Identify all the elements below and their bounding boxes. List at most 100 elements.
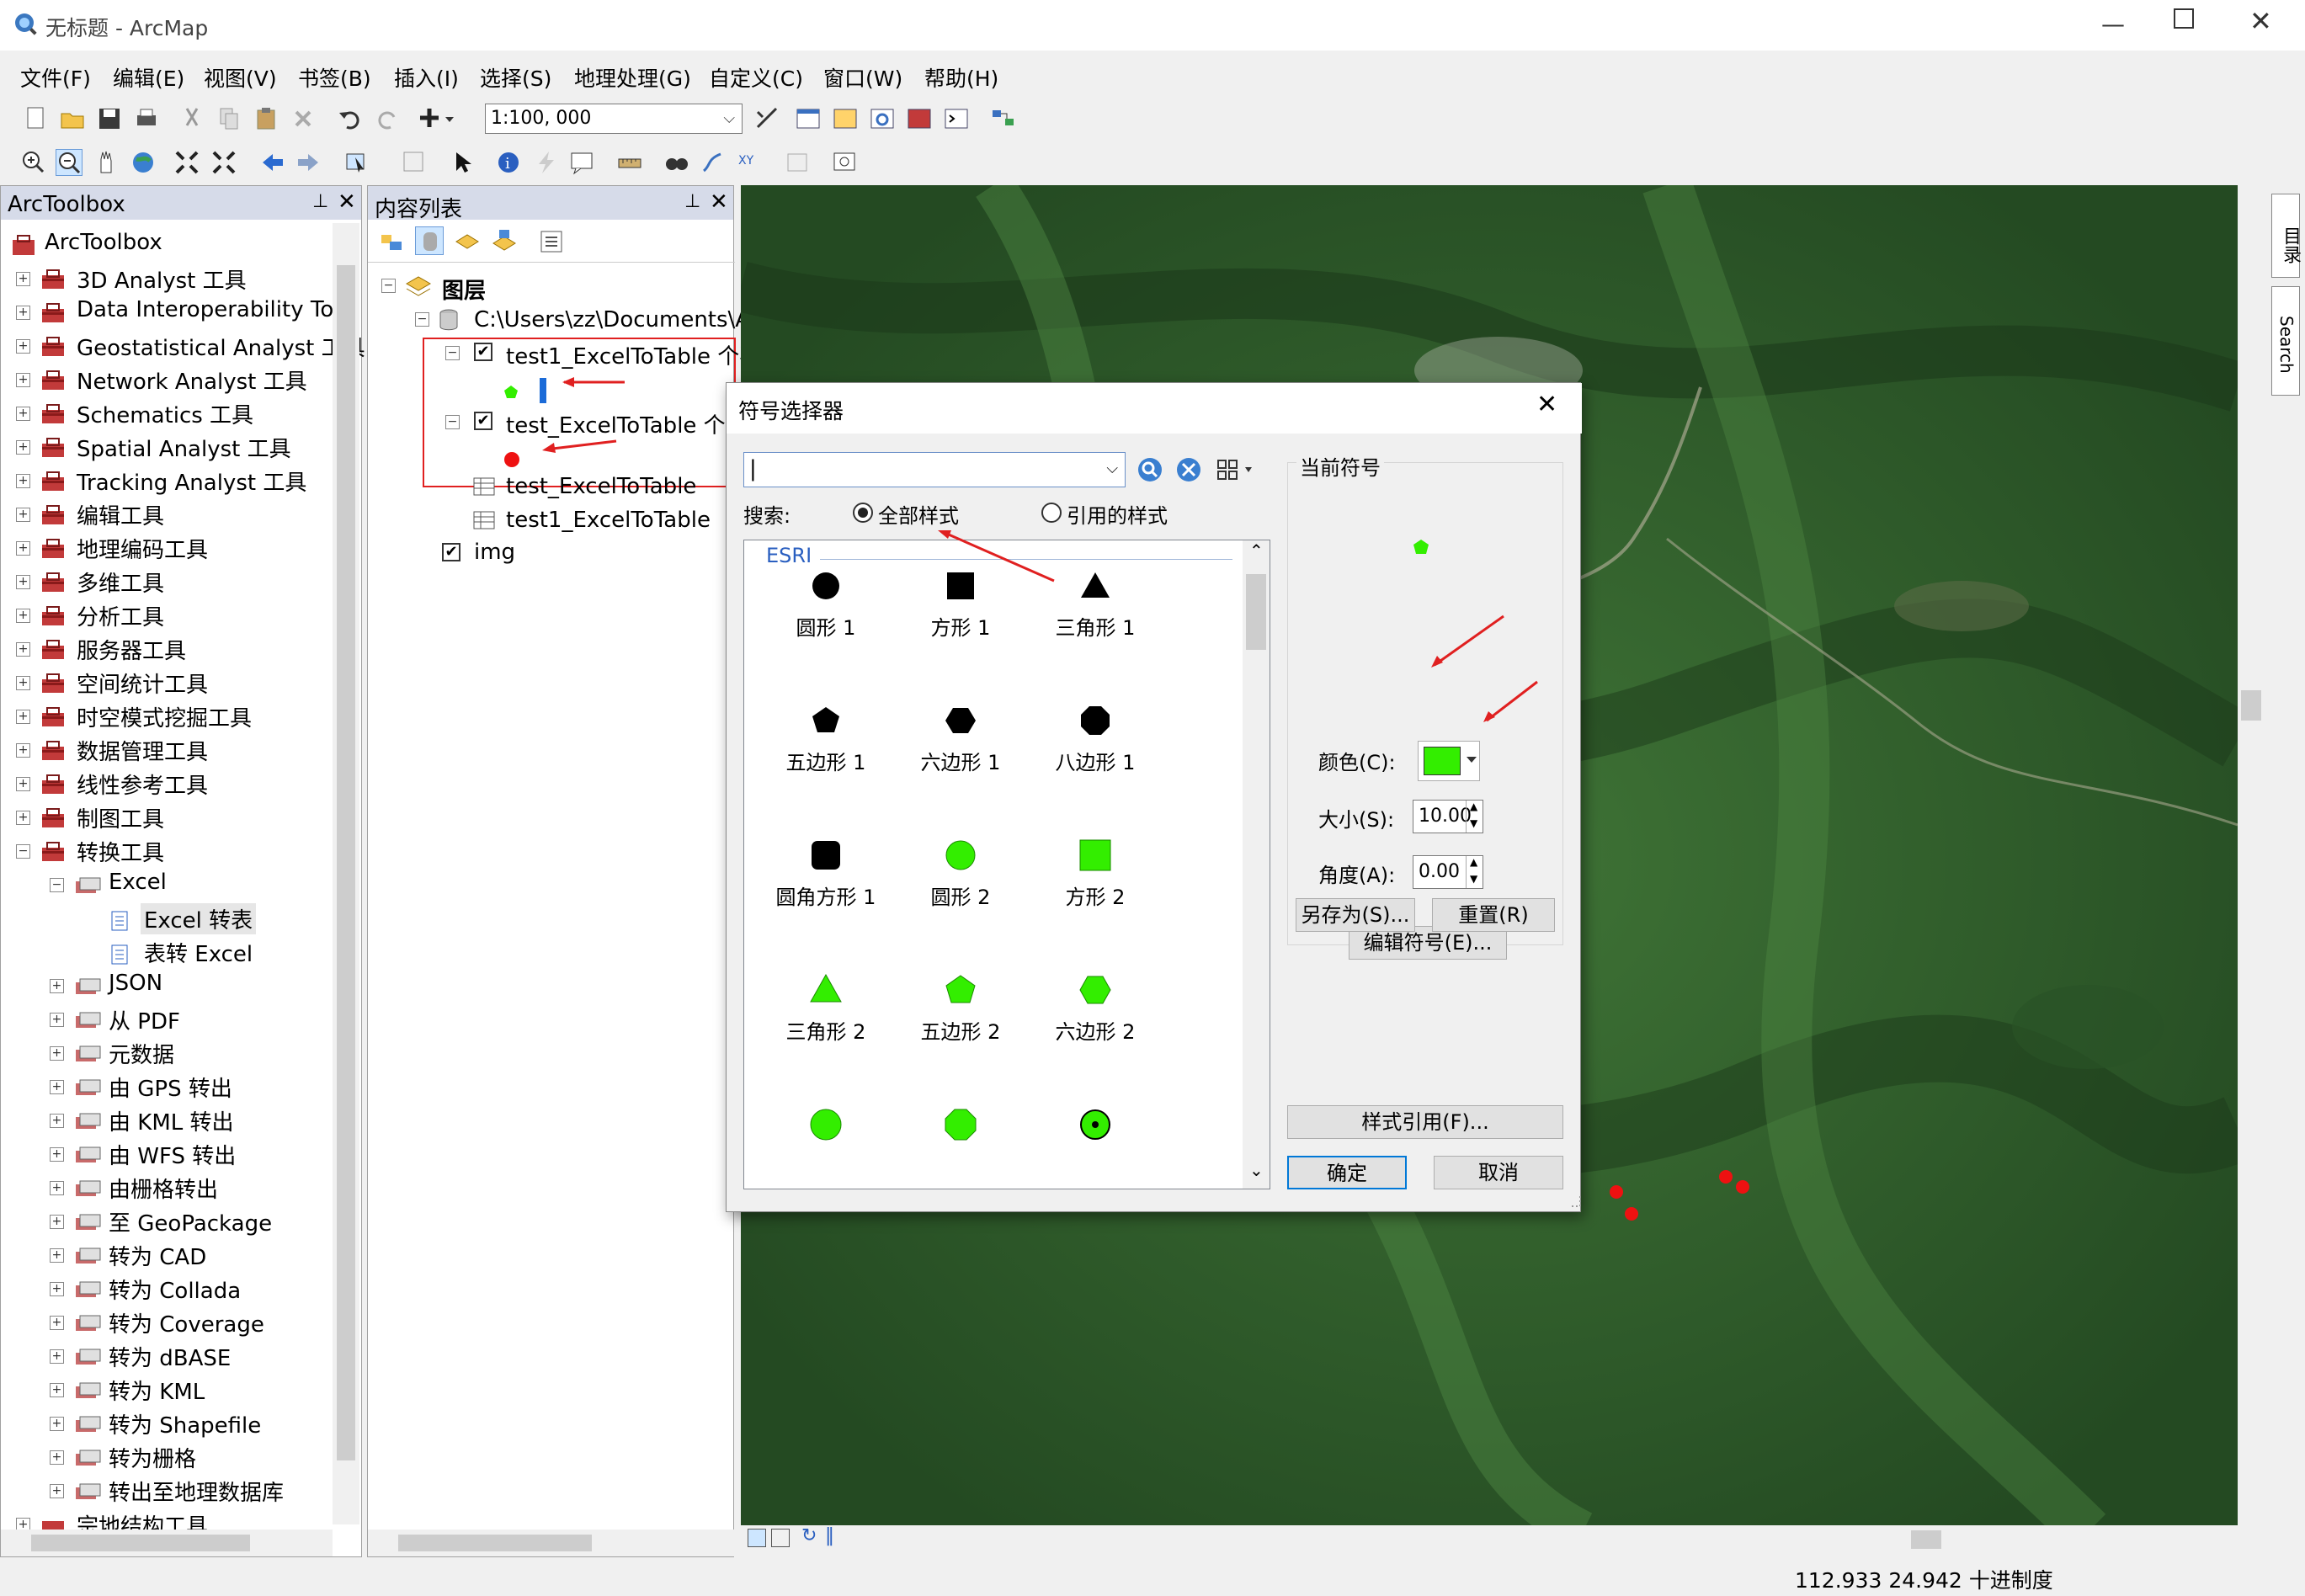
print-icon[interactable] (133, 105, 160, 132)
dialog-close-icon[interactable]: ✕ (1536, 390, 1557, 419)
toolbox-item[interactable]: 服务器工具 (77, 634, 186, 665)
map-horizontal-scrollbar[interactable] (741, 1525, 2238, 1554)
select-features-icon[interactable] (343, 149, 382, 176)
hyperlink-icon[interactable] (532, 149, 559, 176)
toolbox-item[interactable]: Geostatistical Analyst 工具 (77, 331, 365, 362)
table1-name[interactable]: test_ExcelToTable (506, 474, 696, 499)
conversion-toolset[interactable]: 转为 Collada (109, 1274, 241, 1305)
paste-icon[interactable] (253, 105, 279, 132)
conversion-toolset[interactable]: 转出至地理数据库 (109, 1476, 284, 1507)
zoom-in-icon[interactable] (20, 149, 47, 176)
collapse-layer1-toggle[interactable]: − (445, 346, 460, 360)
menu-selection[interactable]: 选择(S) (480, 62, 551, 93)
menu-edit[interactable]: 编辑(E) (113, 62, 184, 93)
menu-view[interactable]: 视图(V) (204, 62, 277, 93)
expand-toggle[interactable]: + (16, 743, 30, 758)
toolbox-item[interactable]: 空间统计工具 (77, 668, 208, 699)
maximize-button[interactable] (2174, 8, 2194, 29)
conversion-toolset[interactable]: 至 GeoPackage (109, 1206, 272, 1237)
conversion-toolset[interactable]: 由栅格转出 (109, 1173, 218, 1204)
menu-help[interactable]: 帮助(H) (924, 62, 998, 93)
expand-toggle[interactable]: + (50, 1282, 64, 1296)
symbol-swatch[interactable]: 五边形 1 (763, 695, 889, 813)
conversion-toolset[interactable]: 从 PDF (109, 1004, 180, 1035)
expand-toggle[interactable]: + (16, 508, 30, 522)
save-icon[interactable] (96, 105, 123, 132)
data-source-path[interactable]: C:\Users\zz\Documents\A (474, 307, 750, 332)
scrollbar-thumb[interactable] (2241, 690, 2261, 721)
catalog-window-icon[interactable] (832, 105, 859, 132)
conversion-toolset[interactable]: 由 KML 转出 (109, 1105, 234, 1136)
chevron-down-icon[interactable]: ⌵ (1106, 460, 1118, 477)
scale-combobox[interactable]: 1:100, 000 ⌵ (485, 104, 743, 134)
toolbox-item[interactable]: 编辑工具 (77, 499, 164, 530)
back-extent-icon[interactable] (259, 149, 286, 176)
viewer-window-icon[interactable] (832, 149, 870, 176)
view-options-icon[interactable] (1215, 455, 1257, 484)
chevron-down-icon[interactable]: ⌄ (1249, 1160, 1264, 1180)
minimize-button[interactable]: — (2101, 10, 2125, 38)
toolbox-item[interactable]: Spatial Analyst 工具 (77, 432, 291, 463)
forward-extent-icon[interactable] (295, 149, 322, 176)
expand-toggle[interactable]: + (50, 1417, 64, 1431)
clear-selection-icon[interactable] (401, 149, 428, 176)
expand-toggle[interactable]: + (16, 541, 30, 556)
identify-icon[interactable]: i (495, 149, 522, 176)
menu-windows[interactable]: 窗口(W) (823, 62, 902, 93)
expand-toggle[interactable]: + (16, 642, 30, 657)
open-icon[interactable] (59, 105, 86, 132)
goto-xy-icon[interactable]: XY (736, 149, 763, 176)
html-popup-icon[interactable] (569, 149, 596, 176)
fixed-zoom-in-icon[interactable] (173, 149, 200, 176)
python-window-icon[interactable] (943, 105, 970, 132)
symbol-swatch[interactable]: 六边形 2 (1032, 965, 1158, 1083)
symbol-swatch[interactable] (1032, 1099, 1158, 1217)
fixed-zoom-out-icon[interactable] (210, 149, 237, 176)
expand-toggle[interactable]: + (16, 710, 30, 724)
expand-toggle[interactable]: + (50, 1046, 64, 1061)
add-data-icon[interactable] (419, 105, 458, 132)
expand-toggle[interactable]: + (50, 1013, 64, 1027)
toolbox-item[interactable]: 线性参考工具 (77, 769, 208, 800)
find-route-icon[interactable] (699, 149, 726, 176)
symbol-swatch[interactable]: 圆形 2 (897, 830, 1024, 948)
symbol-swatch[interactable]: 方形 2 (1032, 830, 1158, 948)
expand-toggle[interactable]: + (16, 777, 30, 791)
layer2-visibility-checkbox[interactable]: ✔ (474, 412, 492, 430)
redo-icon[interactable] (374, 105, 401, 132)
symbol-swatch[interactable]: 圆形 1 (763, 561, 889, 678)
search-tab[interactable]: Search (2271, 286, 2300, 396)
expand-toggle[interactable]: + (50, 1248, 64, 1263)
table2-name[interactable]: test1_ExcelToTable (506, 508, 711, 533)
conversion-toolset[interactable]: 转为 KML (109, 1375, 205, 1406)
modelbuilder-icon[interactable] (990, 105, 1017, 132)
pin-icon[interactable]: ⊥ (312, 191, 328, 212)
copy-icon[interactable] (216, 105, 242, 132)
reset-button[interactable]: 重置(R) (1432, 898, 1555, 932)
conversion-toolset[interactable]: 由 GPS 转出 (109, 1072, 232, 1103)
menu-customize[interactable]: 自定义(C) (709, 62, 803, 93)
data-view-icon[interactable] (748, 1529, 766, 1547)
img-visibility-checkbox[interactable]: ✔ (442, 543, 460, 561)
excel-tool[interactable]: 表转 Excel (141, 937, 256, 968)
collapse-folder-toggle[interactable]: − (415, 312, 429, 327)
clear-search-icon[interactable] (1174, 455, 1203, 484)
editor-icon[interactable] (754, 105, 781, 132)
symbol-swatch[interactable]: 三角形 2 (763, 965, 889, 1083)
catalog-tab[interactable]: 目录 (2271, 194, 2301, 278)
color-picker-button[interactable] (1418, 741, 1480, 781)
expand-toggle[interactable]: + (16, 609, 30, 623)
radio-referenced-styles[interactable] (1041, 503, 1062, 523)
select-elements-icon[interactable] (450, 149, 476, 176)
conversion-toolset[interactable]: 转为 CAD (109, 1240, 206, 1271)
expand-toggle[interactable]: + (50, 1316, 64, 1330)
radio-all-styles[interactable] (853, 503, 873, 523)
symbol-swatch[interactable]: 圆角方形 1 (763, 830, 889, 948)
expand-toggle[interactable]: + (16, 575, 30, 589)
angle-spinner[interactable]: ▲ ▼ (1466, 856, 1483, 888)
toolbox-item[interactable]: 数据管理工具 (77, 735, 208, 766)
find-icon[interactable] (663, 149, 690, 176)
symbol-swatch[interactable] (897, 1099, 1024, 1217)
undo-icon[interactable] (337, 105, 364, 132)
refresh-icon[interactable]: ↻ (801, 1525, 817, 1546)
